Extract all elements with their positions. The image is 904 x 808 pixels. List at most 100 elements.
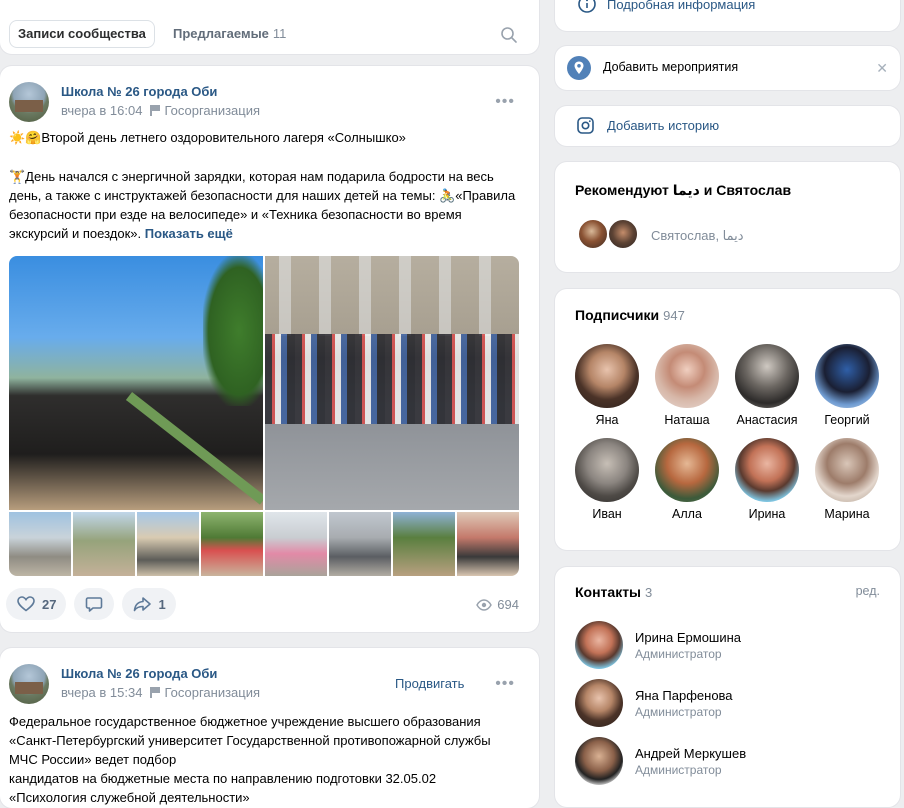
community-avatar[interactable] <box>9 82 49 122</box>
post-body-line: «Психология служебной деятельности» <box>9 790 250 805</box>
post-photo-thumb[interactable] <box>9 512 71 576</box>
avatar <box>575 737 623 785</box>
contact-item[interactable]: Яна Парфенова Администратор <box>575 679 733 727</box>
flag-icon <box>150 105 160 116</box>
contact-role: Администратор <box>635 762 722 777</box>
contact-name: Ирина Ермошина <box>635 629 742 645</box>
recommend-avatars[interactable] <box>577 218 639 250</box>
share-icon <box>134 597 152 612</box>
wall-tabs: Записи сообщества Предлагаемые 11 <box>0 0 539 54</box>
subscriber-name: Иван <box>592 507 622 521</box>
post-category: Госорганизация <box>164 103 261 118</box>
like-button[interactable]: 27 <box>6 588 67 620</box>
subscriber-name: Наташа <box>664 413 710 427</box>
subscriber-item[interactable]: Марина <box>815 438 879 521</box>
camera-icon <box>577 117 594 134</box>
post-body-line: МЧС России» ведет подбор <box>9 752 177 767</box>
contact-role: Администратор <box>635 704 722 719</box>
subscribers-grid: Яна Наташа Анастасия Георгий Иван Алла И… <box>575 344 879 521</box>
subscriber-item[interactable]: Георгий <box>815 344 879 427</box>
post-time[interactable]: вчера в 16:04 <box>61 103 142 118</box>
post-photo-thumb[interactable] <box>73 512 135 576</box>
heart-icon <box>17 596 35 612</box>
location-pin-icon <box>567 56 591 80</box>
community-avatar[interactable] <box>9 664 49 704</box>
subscriber-item[interactable]: Иван <box>575 438 639 521</box>
like-count: 27 <box>42 596 57 612</box>
recommend-names[interactable]: Святослав, دیما <box>651 228 744 244</box>
comment-button[interactable] <box>74 588 115 620</box>
contacts-count: 3 <box>645 585 653 600</box>
share-count: 1 <box>158 596 166 612</box>
subscriber-name: Яна <box>595 413 619 427</box>
add-story-label: Добавить историю <box>607 118 720 133</box>
search-icon[interactable] <box>500 26 518 44</box>
add-event-card[interactable]: Добавить мероприятия ✕ <box>555 46 900 90</box>
post-meta: вчера в 15:34 Госорганизация <box>61 685 260 700</box>
contact-role: Администратор <box>635 646 722 661</box>
post-author[interactable]: Школа № 26 города Оби <box>61 84 217 99</box>
avatar <box>575 679 623 727</box>
post-photo-main-1[interactable] <box>9 256 263 510</box>
share-button[interactable]: 1 <box>122 588 176 620</box>
post-photo-thumb[interactable] <box>137 512 199 576</box>
post-body-line: кандидатов на бюджетные места по направл… <box>9 771 437 786</box>
avatar <box>575 438 639 502</box>
post-photo-thumb[interactable] <box>265 512 327 576</box>
subscriber-name: Георгий <box>824 413 870 427</box>
subscriber-item[interactable]: Ирина <box>735 438 799 521</box>
post: Школа № 26 города Оби вчера в 15:34 Госор… <box>0 648 539 808</box>
avatar[interactable] <box>607 218 639 250</box>
add-story-card[interactable]: Добавить историю <box>555 106 900 146</box>
subscriber-item[interactable]: Анастасия <box>735 344 799 427</box>
subscribers-title[interactable]: Подписчики 947 <box>575 307 685 323</box>
tab-community-posts[interactable]: Записи сообщества <box>9 20 155 48</box>
contact-item[interactable]: Андрей Меркушев Администратор <box>575 737 746 785</box>
more-options-icon[interactable]: ••• <box>495 676 515 692</box>
avatar <box>735 438 799 502</box>
show-more-link[interactable]: Показать ещё <box>145 226 233 241</box>
post-body: 🏋️День начался с энергичной зарядки, кот… <box>9 167 524 243</box>
post-body: Федеральное государственное бюджетное уч… <box>9 712 524 807</box>
info-card: Подробная информация <box>555 0 900 31</box>
post-meta: вчера в 16:04 Госорганизация <box>61 103 260 118</box>
post-body-text: 🏋️День начался с энергичной зарядки, кот… <box>9 169 516 241</box>
detailed-info-label: Подробная информация <box>607 0 756 12</box>
views-count: 694 <box>497 597 519 612</box>
post-photo-thumb[interactable] <box>457 512 519 576</box>
tab-suggested-label: Предлагаемые <box>173 26 269 41</box>
post-photo-thumbnails <box>9 512 519 576</box>
post-photo-thumb[interactable] <box>201 512 263 576</box>
subscriber-item[interactable]: Алла <box>655 438 719 521</box>
subscribers-title-label: Подписчики <box>575 307 660 323</box>
contacts-title[interactable]: Контакты 3 <box>575 584 652 600</box>
post-photo-main-2[interactable] <box>265 256 519 510</box>
subscribers-card: Подписчики 947 Яна Наташа Анастасия Георг… <box>555 289 900 550</box>
contact-item[interactable]: Ирина Ермошина Администратор <box>575 621 741 669</box>
subscribers-count: 947 <box>663 308 685 323</box>
post-time[interactable]: вчера в 15:34 <box>61 685 142 700</box>
subscriber-item[interactable]: Яна <box>575 344 639 427</box>
recommend-card: Рекомендуют دیما и Святослав Святослав, … <box>555 162 900 272</box>
post-actions: 27 1 <box>6 588 176 620</box>
more-options-icon[interactable]: ••• <box>495 94 515 110</box>
post-photo-thumb[interactable] <box>329 512 391 576</box>
subscriber-item[interactable]: Наташа <box>655 344 719 427</box>
subscriber-name: Алла <box>672 507 702 521</box>
post-category: Госорганизация <box>164 685 261 700</box>
tab-suggested[interactable]: Предлагаемые 11 <box>173 20 286 48</box>
contacts-title-label: Контакты <box>575 584 642 600</box>
contacts-edit-link[interactable]: ред. <box>856 584 880 598</box>
close-icon[interactable]: ✕ <box>876 60 888 77</box>
avatar[interactable] <box>577 218 609 250</box>
post-author[interactable]: Школа № 26 города Оби <box>61 666 217 681</box>
comment-icon <box>86 597 103 612</box>
post-photo-thumb[interactable] <box>393 512 455 576</box>
post: Школа № 26 города Оби вчера в 16:04 Госор… <box>0 66 539 632</box>
post-title-line: ☀️🤗Второй день летнего оздоровительного … <box>9 130 406 145</box>
promote-button[interactable]: Продвигать <box>395 676 464 691</box>
eye-icon <box>476 598 493 611</box>
detailed-info-link[interactable]: Подробная информация <box>577 0 755 14</box>
contact-name: Яна Парфенова <box>635 687 733 703</box>
add-event-label: Добавить мероприятия <box>603 60 739 74</box>
